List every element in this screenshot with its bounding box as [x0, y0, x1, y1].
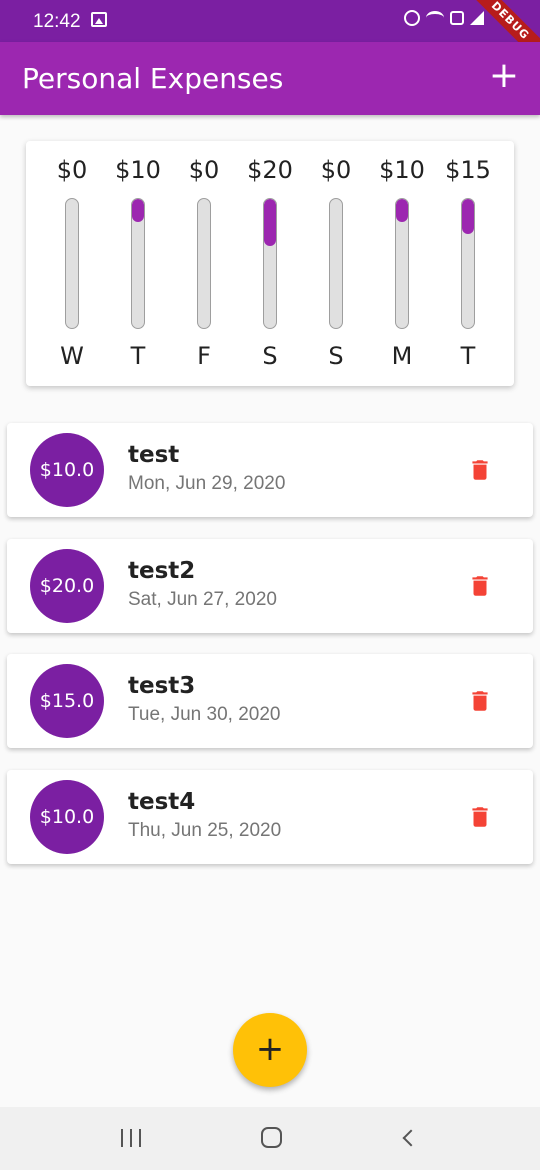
chart-bar: $0 W — [49, 155, 95, 386]
image-notification-icon — [91, 12, 107, 27]
bar-track — [461, 198, 475, 329]
status-bar: 12:42 DEBUG — [0, 0, 540, 70]
chart-bar: $0 F — [181, 155, 227, 386]
bar-day: S — [328, 342, 344, 370]
bar-amount: $15 — [445, 156, 491, 184]
transaction-title: test4 — [128, 788, 196, 815]
bar-fill — [264, 199, 276, 246]
bar-day: F — [197, 342, 211, 370]
trash-icon — [472, 575, 488, 596]
recent-apps-icon[interactable] — [121, 1129, 141, 1147]
transaction-date: Tue, Jun 30, 2020 — [128, 704, 281, 725]
back-icon[interactable] — [402, 1129, 420, 1147]
alarm-icon — [404, 10, 420, 26]
delete-button[interactable] — [467, 457, 493, 483]
bar-amount: $0 — [320, 156, 352, 184]
app-bar: Personal Expenses + — [0, 42, 540, 115]
bar-fill — [396, 199, 408, 223]
list-item: $10.0 test Mon, Jun 29, 2020 — [7, 423, 533, 517]
delete-button[interactable] — [467, 573, 493, 599]
bar-track — [263, 198, 277, 329]
bar-track — [197, 198, 211, 329]
bar-amount: $10 — [379, 156, 425, 184]
chart-bar: $10 M — [379, 155, 425, 386]
bar-amount: $10 — [115, 156, 161, 184]
plus-icon: + — [255, 1029, 285, 1069]
add-transaction-button[interactable]: + — [482, 54, 526, 98]
wifi-call-icon — [450, 11, 464, 25]
page-title: Personal Expenses — [22, 62, 284, 95]
list-item: $20.0 test2 Sat, Jun 27, 2020 — [7, 538, 533, 633]
transaction-date: Mon, Jun 29, 2020 — [128, 473, 286, 494]
bar-track — [395, 198, 409, 329]
bar-day: M — [391, 342, 413, 370]
transaction-list: $10.0 test Mon, Jun 29, 2020 $20.0 test2… — [7, 423, 533, 885]
status-icons — [404, 10, 484, 26]
home-icon[interactable] — [261, 1127, 282, 1148]
trash-icon — [472, 460, 488, 480]
add-transaction-fab[interactable]: + — [233, 1013, 307, 1087]
amount-avatar: $10.0 — [30, 433, 104, 507]
system-nav-bar — [0, 1107, 540, 1170]
chart-bar: $20 S — [247, 155, 293, 386]
transaction-date: Sat, Jun 27, 2020 — [128, 588, 277, 610]
transaction-date: Thu, Jun 25, 2020 — [128, 819, 282, 841]
wifi-icon — [426, 11, 444, 25]
weekly-chart: $0 W $10 T $0 F $20 S $0 S $10 M $15 T — [26, 141, 514, 386]
bar-fill — [132, 199, 144, 223]
bar-track — [329, 198, 343, 329]
bar-track — [131, 198, 145, 329]
chart-bar: $0 S — [313, 155, 359, 386]
bar-day: S — [262, 342, 278, 370]
bar-amount: $0 — [56, 156, 88, 184]
bar-day: T — [130, 342, 146, 370]
bar-amount: $0 — [188, 156, 220, 184]
transaction-title: test — [128, 442, 180, 468]
chart-bar: $10 T — [115, 155, 161, 386]
list-item: $10.0 test4 Thu, Jun 25, 2020 — [7, 769, 533, 864]
transaction-title: test2 — [128, 557, 196, 584]
status-time: 12:42 — [33, 11, 81, 32]
amount-avatar: $15.0 — [30, 664, 104, 738]
trash-icon — [472, 806, 488, 827]
plus-icon: + — [488, 55, 520, 96]
amount-avatar: $10.0 — [30, 779, 104, 854]
bar-fill — [462, 199, 474, 235]
bar-amount: $20 — [247, 156, 293, 184]
amount-avatar: $20.0 — [30, 548, 104, 623]
bar-day: T — [460, 342, 476, 370]
delete-button[interactable] — [467, 688, 493, 714]
signal-icon — [470, 11, 484, 25]
transaction-title: test3 — [128, 673, 196, 699]
chart-bar: $15 T — [445, 155, 491, 386]
list-item: $15.0 test3 Tue, Jun 30, 2020 — [7, 654, 533, 748]
trash-icon — [472, 691, 488, 711]
bar-track — [65, 198, 79, 329]
weekly-chart-card: $0 W $10 T $0 F $20 S $0 S $10 M $15 T — [26, 141, 514, 386]
delete-button[interactable] — [467, 804, 493, 830]
bar-day: W — [60, 342, 84, 370]
